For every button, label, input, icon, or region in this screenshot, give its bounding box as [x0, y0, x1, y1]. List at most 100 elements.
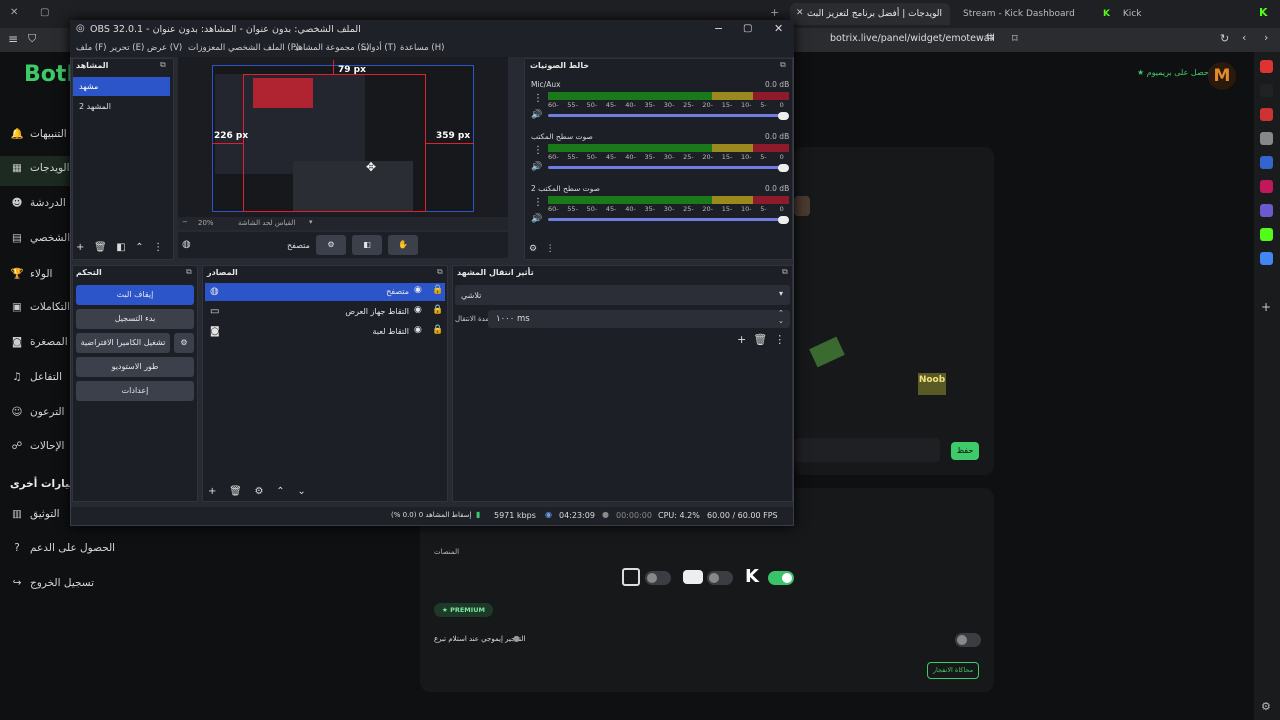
nav-item[interactable]: ♫ التفاعل	[10, 371, 62, 383]
channel-menu-icon[interactable]: ⋮	[533, 145, 543, 156]
eye-icon[interactable]: ◉	[414, 305, 422, 315]
source-item[interactable]: ◙ التقاط لعبة ◉ 🔒	[205, 323, 445, 341]
source-item[interactable]: ▭ التقاط جهاز العرض ◉ 🔒	[205, 303, 445, 321]
speaker-icon[interactable]: 🔊	[531, 110, 542, 120]
chatgpt-icon[interactable]	[1260, 156, 1273, 169]
bookmark-icon[interactable]: ⌑	[1012, 32, 1018, 45]
undock-icon[interactable]: ⧉	[780, 60, 786, 70]
close-icon[interactable]: ✕	[10, 7, 18, 18]
studio-mode-button[interactable]: طور الاستوديو	[76, 357, 194, 377]
nav-item[interactable]: ☻ الدردشة	[10, 197, 66, 209]
menu-item[interactable]: مساعدة (H)	[400, 43, 444, 53]
undock-icon[interactable]: ⧉	[437, 267, 443, 277]
nav-item[interactable]: ▣ التكاملات	[10, 301, 70, 313]
zoom-level[interactable]: 20%	[198, 219, 214, 227]
add-icon[interactable]: +	[208, 486, 216, 497]
nav-item[interactable]: ☍ الإحالات	[10, 440, 65, 452]
url-text[interactable]: botrix.live/panel/widget/emotewall	[830, 33, 995, 44]
tab-kick-dashboard[interactable]: Stream - Kick Dashboard	[955, 3, 1085, 25]
tiktok-icon[interactable]	[1260, 84, 1273, 97]
trash-icon[interactable]: 🗑	[753, 333, 767, 346]
source-bounding-box[interactable]	[243, 74, 426, 212]
menu-item[interactable]: أدوات (T)	[361, 43, 396, 53]
gear-icon[interactable]: ⚙	[255, 486, 264, 497]
nav-item[interactable]: ▤ الشخصي	[10, 232, 70, 244]
save-button[interactable]: حفظ	[951, 442, 979, 460]
donation-explode-toggle[interactable]	[955, 633, 981, 647]
add-icon[interactable]: +	[737, 333, 746, 346]
menu-item[interactable]: الملف الشخصي (P)	[228, 43, 299, 53]
add-panel-icon[interactable]: +	[1261, 300, 1271, 314]
forward-icon[interactable]: ›	[1264, 31, 1268, 44]
interact-button[interactable]: ✋	[388, 235, 418, 255]
avatar[interactable]: M	[1208, 62, 1236, 90]
close-icon[interactable]: ✕	[774, 22, 783, 35]
duration-spinbox[interactable]: ١٠٠٠ ms ⌃ ⌄	[488, 309, 790, 328]
tab-widgets[interactable]: الويدجات | أفضل برنامج لتعزيز البث	[790, 3, 950, 25]
window-icon[interactable]: ▢	[40, 7, 49, 18]
simulate-explosion-button[interactable]: محاكاة الانفجار	[927, 662, 979, 679]
channel-menu-icon[interactable]: ⋮	[533, 93, 543, 104]
undock-icon[interactable]: ⧉	[186, 267, 192, 277]
volume-slider-knob[interactable]	[778, 112, 789, 120]
zoom-out-icon[interactable]: −	[182, 218, 188, 226]
more-icon[interactable]: ⋮	[774, 333, 785, 346]
minimize-icon[interactable]: −	[714, 22, 723, 35]
gear-icon[interactable]: ⚙	[529, 244, 537, 254]
speaker-icon[interactable]: 🔊	[531, 162, 542, 172]
trash-icon[interactable]: 🗑	[229, 486, 242, 497]
maximize-icon[interactable]: ▢	[743, 23, 752, 34]
start-virtual-camera-button[interactable]: تشغيل الكاميرا الافتراضية	[76, 333, 170, 353]
volume-slider-knob[interactable]	[778, 216, 789, 224]
up-arrow-icon[interactable]: ⌃	[276, 486, 284, 497]
scene-item-active[interactable]: مشهد	[73, 77, 170, 96]
undock-icon[interactable]: ⧉	[782, 267, 788, 277]
more-icon[interactable]: ⋮	[153, 242, 163, 253]
undock-icon[interactable]: ⧉	[160, 60, 166, 70]
settings-icon[interactable]: ⚙	[1261, 700, 1271, 713]
nav-item[interactable]: 🏆 الولاء	[10, 267, 52, 280]
nav-item[interactable]: ▥ التوثيق	[10, 508, 60, 520]
volume-slider-knob[interactable]	[778, 164, 789, 172]
add-icon[interactable]: +	[76, 242, 84, 253]
nav-item[interactable]: 🔔 التنبيهات	[10, 127, 66, 140]
volume-slider[interactable]	[548, 218, 782, 221]
nav-item[interactable]: ◙ المصغرة	[10, 336, 68, 348]
volume-slider[interactable]	[548, 166, 782, 169]
dropdown-arrow-icon[interactable]: ▾	[309, 218, 313, 226]
translate-icon[interactable]	[1260, 180, 1273, 193]
trash-icon[interactable]: 🗑	[94, 242, 107, 253]
url-input-field[interactable]	[794, 438, 940, 462]
image-icon[interactable]	[1260, 108, 1273, 121]
down-arrow-icon[interactable]: ⌄	[297, 486, 305, 497]
spin-down-icon[interactable]: ⌄	[778, 317, 784, 325]
nav-item[interactable]: ↪ تسجيل الخروج	[10, 577, 94, 589]
channel-menu-icon[interactable]: ⋮	[533, 197, 543, 208]
tab-close-icon[interactable]: ✕	[796, 8, 804, 18]
lock-icon[interactable]: 🔒	[432, 325, 443, 335]
source-item[interactable]: ◍ متصفح ◉ 🔒	[205, 283, 445, 301]
menu-item[interactable]: تحرير (E)	[110, 43, 144, 53]
lock-icon[interactable]: 🔒	[432, 285, 443, 295]
nav-item[interactable]: ? الحصول على الدعم	[10, 542, 115, 554]
up-arrow-icon[interactable]: ⌃	[135, 242, 143, 253]
pinterest-icon[interactable]	[1260, 204, 1273, 217]
reload-icon[interactable]: ↻	[1220, 32, 1229, 45]
filter-icon[interactable]: ◧	[116, 242, 125, 253]
properties-button[interactable]: ⚙	[316, 235, 346, 255]
filters-button[interactable]: ◧	[352, 235, 382, 255]
eye-icon[interactable]: ◉	[414, 325, 422, 335]
transition-select[interactable]: تلاشي ▾	[455, 285, 790, 305]
menu-item[interactable]: المعزوزات	[188, 43, 225, 53]
nav-item[interactable]: ▦ الويدجات	[10, 162, 70, 174]
menu-item[interactable]: ملف (F)	[76, 43, 106, 53]
start-recording-button[interactable]: بدء التسجيل	[76, 309, 194, 329]
kick-icon[interactable]	[1260, 228, 1273, 241]
app-icon[interactable]	[1260, 132, 1273, 145]
spin-up-icon[interactable]: ⌃	[778, 309, 784, 317]
speaker-icon[interactable]: 🔊	[531, 214, 542, 224]
back-icon[interactable]: ‹	[1242, 31, 1246, 44]
more-icon[interactable]: ⋮	[546, 244, 555, 254]
lock-icon[interactable]: 🔒	[432, 305, 443, 315]
eye-icon[interactable]: ◉	[414, 285, 422, 295]
